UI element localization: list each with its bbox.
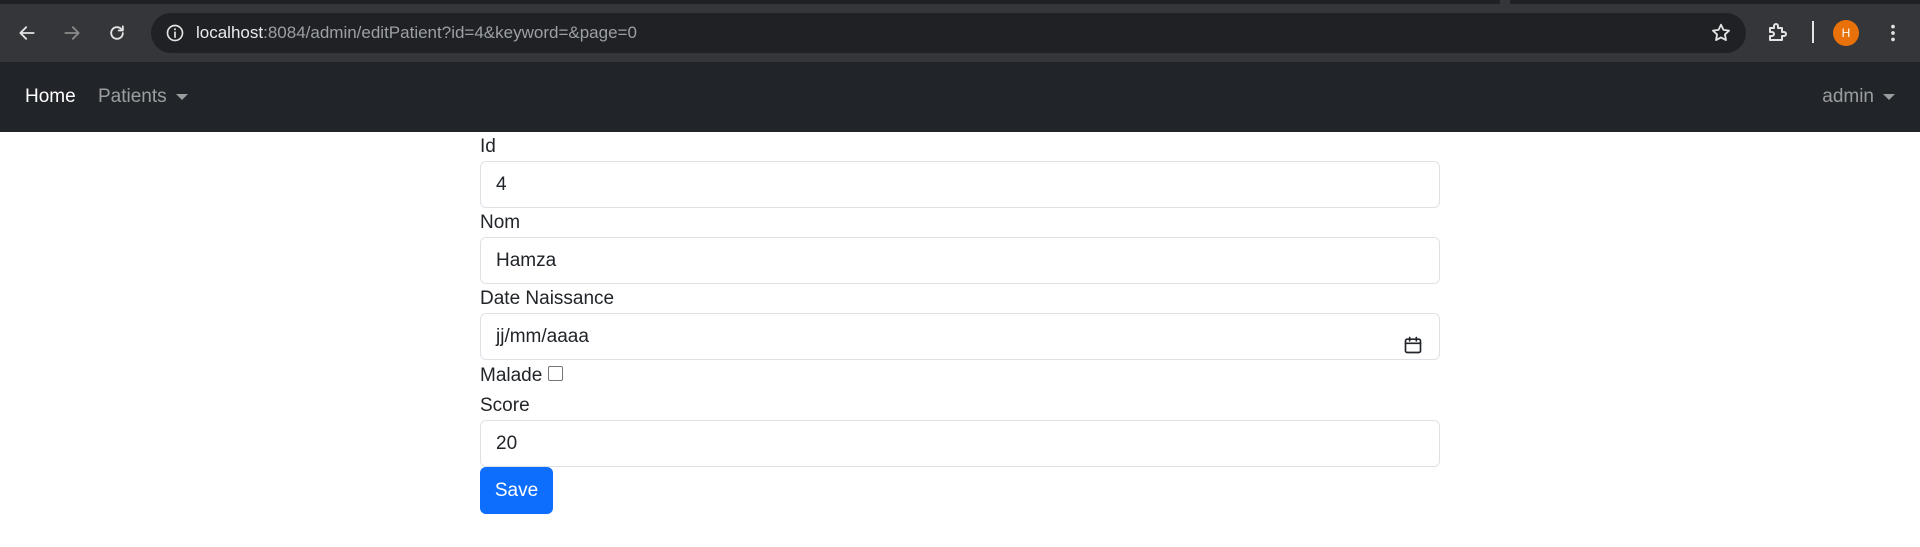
url-path: :8084/admin/editPatient?id=4&keyword=&pa… [263, 23, 637, 42]
reload-icon[interactable] [98, 14, 136, 52]
profile-avatar[interactable]: H [1833, 20, 1859, 46]
edit-patient-form: Id 4 Nom Hamza Date Naissance jj/mm/aaaa… [480, 132, 1440, 514]
forward-icon[interactable] [53, 14, 91, 52]
bookmark-star-icon[interactable] [1710, 22, 1732, 44]
user-menu-label: admin [1822, 86, 1874, 107]
date-placeholder: jj/mm/aaaa [496, 326, 589, 347]
extensions-puzzle-icon[interactable] [1762, 16, 1794, 48]
tab-strip [0, 0, 1920, 4]
kebab-menu-icon[interactable] [1880, 18, 1906, 48]
user-menu-dropdown[interactable]: admin [1822, 86, 1895, 108]
nom-input[interactable]: Hamza [480, 237, 1440, 284]
score-label: Score [480, 395, 530, 416]
calendar-icon[interactable] [1403, 327, 1423, 354]
nom-label: Nom [480, 212, 521, 233]
malade-checkbox[interactable] [548, 366, 564, 381]
back-icon[interactable] [8, 14, 46, 52]
app-navbar: Home Patients admin [0, 62, 1920, 132]
browser-toolbar: localhost:8084/admin/editPatient?id=4&ke… [0, 0, 1920, 62]
chevron-down-icon [175, 94, 188, 100]
url-host: localhost [196, 23, 264, 42]
nav-patients-label: Patients [98, 86, 167, 107]
id-label: Id [480, 136, 496, 157]
id-input[interactable]: 4 [480, 161, 1440, 208]
date-naissance-label: Date Naissance [480, 288, 615, 309]
malade-label: Malade [480, 365, 543, 386]
toolbar-separator [1812, 21, 1814, 43]
save-button[interactable]: Save [480, 467, 553, 514]
tab-edge [1500, 0, 1510, 4]
nav-patients-dropdown[interactable]: Patients [98, 86, 188, 108]
nav-home-link[interactable]: Home [25, 86, 76, 108]
date-naissance-input[interactable]: jj/mm/aaaa [480, 313, 1440, 360]
address-bar[interactable]: localhost:8084/admin/editPatient?id=4&ke… [151, 13, 1746, 53]
malade-row: Malade [480, 360, 1440, 391]
score-input[interactable]: 20 [480, 420, 1440, 467]
url-text[interactable]: localhost:8084/admin/editPatient?id=4&ke… [196, 23, 637, 43]
site-info-icon[interactable] [165, 23, 185, 43]
chevron-down-icon [1883, 94, 1895, 100]
